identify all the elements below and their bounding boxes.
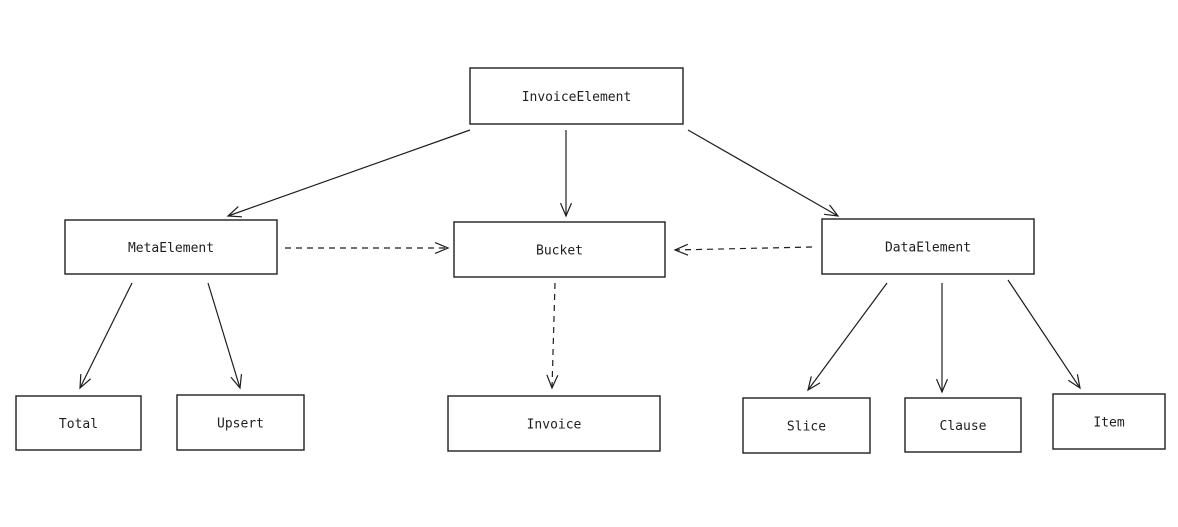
edge-invoice_element-to-bucket xyxy=(559,130,573,218)
edge-invoice_element-to-meta_element xyxy=(226,129,471,218)
edge-data_element-to-clause xyxy=(935,283,949,394)
node-meta-element[interactable]: MetaElement xyxy=(64,219,278,275)
node-item[interactable]: Item xyxy=(1052,393,1166,450)
edge-line xyxy=(674,246,813,251)
node-label: Slice xyxy=(787,420,826,435)
node-label: InvoiceElement xyxy=(522,90,632,105)
edge-bucket-to-invoice xyxy=(546,282,559,390)
edge-data_element-to-item xyxy=(1007,279,1081,390)
edge-data_element-to-slice xyxy=(807,282,888,392)
nodes-layer: InvoiceElement MetaElement Bucket DataEleme… xyxy=(15,67,1166,454)
edge-line xyxy=(1007,279,1081,389)
edge-line xyxy=(687,129,839,217)
edge-line xyxy=(227,129,471,217)
node-clause[interactable]: Clause xyxy=(904,397,1022,453)
edge-line xyxy=(807,282,888,391)
edge-meta_element-to-upsert xyxy=(207,282,243,390)
node-upsert[interactable]: Upsert xyxy=(176,394,305,451)
node-label: Item xyxy=(1093,416,1124,431)
node-label: Upsert xyxy=(217,417,264,432)
node-total[interactable]: Total xyxy=(15,395,142,451)
edge-data_element-to-bucket xyxy=(673,243,813,256)
edge-meta_element-to-bucket xyxy=(285,241,450,255)
node-invoice[interactable]: Invoice xyxy=(447,395,661,452)
node-label: DataElement xyxy=(885,241,971,256)
edge-line xyxy=(79,282,133,389)
diagram-canvas: InvoiceElement MetaElement Bucket DataEleme… xyxy=(15,67,1166,454)
node-label: Total xyxy=(59,417,98,432)
node-label: Bucket xyxy=(536,244,583,259)
node-label: MetaElement xyxy=(128,241,214,256)
node-label: Invoice xyxy=(527,418,582,433)
edge-line xyxy=(551,282,556,389)
node-invoice-element[interactable]: InvoiceElement xyxy=(469,67,684,125)
node-slice[interactable]: Slice xyxy=(742,397,871,454)
node-label: Clause xyxy=(940,419,987,434)
node-data-element[interactable]: DataElement xyxy=(821,218,1035,275)
edge-invoice_element-to-data_element xyxy=(687,129,840,217)
node-bucket[interactable]: Bucket xyxy=(453,221,666,278)
edge-line xyxy=(207,282,241,389)
edge-meta_element-to-total xyxy=(79,282,133,390)
